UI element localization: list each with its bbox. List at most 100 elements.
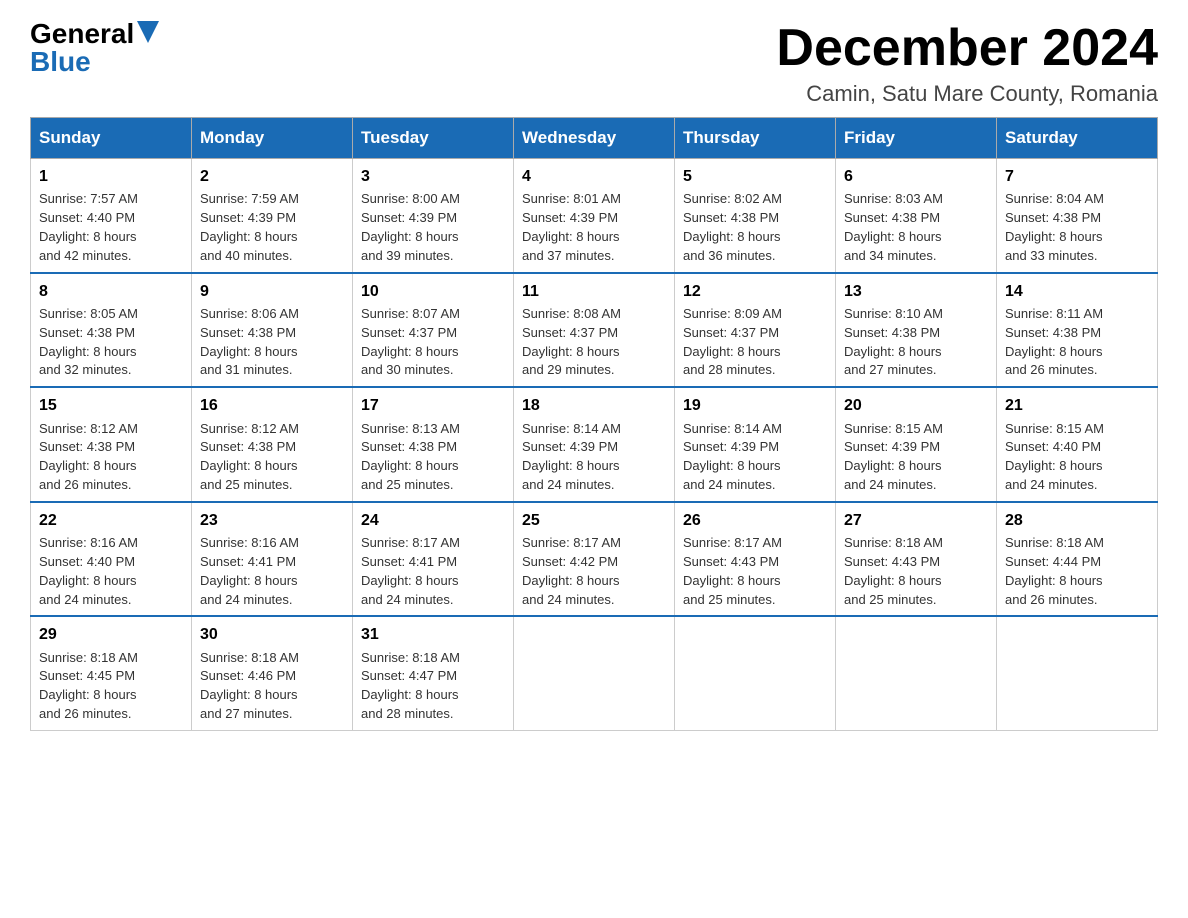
logo-general-text: General bbox=[30, 20, 134, 48]
table-row: 29 Sunrise: 8:18 AM Sunset: 4:45 PM Dayl… bbox=[31, 616, 192, 730]
day-number: 7 bbox=[1005, 165, 1149, 188]
day-number: 23 bbox=[200, 509, 344, 532]
day-info: Sunrise: 8:03 AM Sunset: 4:38 PM Dayligh… bbox=[844, 190, 988, 265]
day-info: Sunrise: 8:11 AM Sunset: 4:38 PM Dayligh… bbox=[1005, 305, 1149, 380]
table-row: 13 Sunrise: 8:10 AM Sunset: 4:38 PM Dayl… bbox=[836, 273, 997, 388]
col-tuesday: Tuesday bbox=[353, 118, 514, 159]
table-row: 21 Sunrise: 8:15 AM Sunset: 4:40 PM Dayl… bbox=[997, 387, 1158, 502]
day-number: 6 bbox=[844, 165, 988, 188]
day-number: 12 bbox=[683, 280, 827, 303]
table-row: 18 Sunrise: 8:14 AM Sunset: 4:39 PM Dayl… bbox=[514, 387, 675, 502]
day-number: 29 bbox=[39, 623, 183, 646]
day-info: Sunrise: 7:59 AM Sunset: 4:39 PM Dayligh… bbox=[200, 190, 344, 265]
day-info: Sunrise: 8:06 AM Sunset: 4:38 PM Dayligh… bbox=[200, 305, 344, 380]
day-number: 17 bbox=[361, 394, 505, 417]
day-info: Sunrise: 8:17 AM Sunset: 4:42 PM Dayligh… bbox=[522, 534, 666, 609]
col-monday: Monday bbox=[192, 118, 353, 159]
day-info: Sunrise: 8:14 AM Sunset: 4:39 PM Dayligh… bbox=[683, 420, 827, 495]
day-info: Sunrise: 8:15 AM Sunset: 4:39 PM Dayligh… bbox=[844, 420, 988, 495]
calendar-week-row: 22 Sunrise: 8:16 AM Sunset: 4:40 PM Dayl… bbox=[31, 502, 1158, 617]
day-number: 15 bbox=[39, 394, 183, 417]
day-number: 24 bbox=[361, 509, 505, 532]
day-info: Sunrise: 8:05 AM Sunset: 4:38 PM Dayligh… bbox=[39, 305, 183, 380]
day-number: 3 bbox=[361, 165, 505, 188]
day-number: 26 bbox=[683, 509, 827, 532]
day-number: 30 bbox=[200, 623, 344, 646]
calendar-week-row: 1 Sunrise: 7:57 AM Sunset: 4:40 PM Dayli… bbox=[31, 159, 1158, 273]
table-row: 23 Sunrise: 8:16 AM Sunset: 4:41 PM Dayl… bbox=[192, 502, 353, 617]
day-number: 9 bbox=[200, 280, 344, 303]
day-number: 8 bbox=[39, 280, 183, 303]
table-row: 14 Sunrise: 8:11 AM Sunset: 4:38 PM Dayl… bbox=[997, 273, 1158, 388]
day-number: 14 bbox=[1005, 280, 1149, 303]
day-info: Sunrise: 8:17 AM Sunset: 4:41 PM Dayligh… bbox=[361, 534, 505, 609]
table-row: 11 Sunrise: 8:08 AM Sunset: 4:37 PM Dayl… bbox=[514, 273, 675, 388]
day-info: Sunrise: 8:09 AM Sunset: 4:37 PM Dayligh… bbox=[683, 305, 827, 380]
table-row bbox=[836, 616, 997, 730]
table-row bbox=[514, 616, 675, 730]
title-block: December 2024 Camin, Satu Mare County, R… bbox=[776, 20, 1158, 107]
col-wednesday: Wednesday bbox=[514, 118, 675, 159]
table-row: 22 Sunrise: 8:16 AM Sunset: 4:40 PM Dayl… bbox=[31, 502, 192, 617]
month-title: December 2024 bbox=[776, 20, 1158, 77]
day-number: 1 bbox=[39, 165, 183, 188]
table-row bbox=[675, 616, 836, 730]
day-info: Sunrise: 8:13 AM Sunset: 4:38 PM Dayligh… bbox=[361, 420, 505, 495]
day-info: Sunrise: 8:16 AM Sunset: 4:41 PM Dayligh… bbox=[200, 534, 344, 609]
table-row bbox=[997, 616, 1158, 730]
table-row: 25 Sunrise: 8:17 AM Sunset: 4:42 PM Dayl… bbox=[514, 502, 675, 617]
logo: General Blue bbox=[30, 20, 159, 76]
day-number: 16 bbox=[200, 394, 344, 417]
day-number: 27 bbox=[844, 509, 988, 532]
day-info: Sunrise: 8:18 AM Sunset: 4:47 PM Dayligh… bbox=[361, 649, 505, 724]
col-sunday: Sunday bbox=[31, 118, 192, 159]
day-info: Sunrise: 8:00 AM Sunset: 4:39 PM Dayligh… bbox=[361, 190, 505, 265]
table-row: 1 Sunrise: 7:57 AM Sunset: 4:40 PM Dayli… bbox=[31, 159, 192, 273]
table-row: 27 Sunrise: 8:18 AM Sunset: 4:43 PM Dayl… bbox=[836, 502, 997, 617]
day-number: 25 bbox=[522, 509, 666, 532]
day-info: Sunrise: 8:18 AM Sunset: 4:46 PM Dayligh… bbox=[200, 649, 344, 724]
day-number: 5 bbox=[683, 165, 827, 188]
day-info: Sunrise: 8:16 AM Sunset: 4:40 PM Dayligh… bbox=[39, 534, 183, 609]
col-saturday: Saturday bbox=[997, 118, 1158, 159]
day-number: 31 bbox=[361, 623, 505, 646]
table-row: 5 Sunrise: 8:02 AM Sunset: 4:38 PM Dayli… bbox=[675, 159, 836, 273]
day-info: Sunrise: 8:15 AM Sunset: 4:40 PM Dayligh… bbox=[1005, 420, 1149, 495]
day-number: 21 bbox=[1005, 394, 1149, 417]
day-number: 20 bbox=[844, 394, 988, 417]
day-info: Sunrise: 7:57 AM Sunset: 4:40 PM Dayligh… bbox=[39, 190, 183, 265]
day-info: Sunrise: 8:01 AM Sunset: 4:39 PM Dayligh… bbox=[522, 190, 666, 265]
day-info: Sunrise: 8:10 AM Sunset: 4:38 PM Dayligh… bbox=[844, 305, 988, 380]
table-row: 19 Sunrise: 8:14 AM Sunset: 4:39 PM Dayl… bbox=[675, 387, 836, 502]
day-info: Sunrise: 8:18 AM Sunset: 4:45 PM Dayligh… bbox=[39, 649, 183, 724]
calendar-week-row: 29 Sunrise: 8:18 AM Sunset: 4:45 PM Dayl… bbox=[31, 616, 1158, 730]
table-row: 7 Sunrise: 8:04 AM Sunset: 4:38 PM Dayli… bbox=[997, 159, 1158, 273]
day-number: 19 bbox=[683, 394, 827, 417]
table-row: 8 Sunrise: 8:05 AM Sunset: 4:38 PM Dayli… bbox=[31, 273, 192, 388]
table-row: 16 Sunrise: 8:12 AM Sunset: 4:38 PM Dayl… bbox=[192, 387, 353, 502]
calendar-header-row: Sunday Monday Tuesday Wednesday Thursday… bbox=[31, 118, 1158, 159]
calendar-table: Sunday Monday Tuesday Wednesday Thursday… bbox=[30, 117, 1158, 731]
day-number: 28 bbox=[1005, 509, 1149, 532]
table-row: 12 Sunrise: 8:09 AM Sunset: 4:37 PM Dayl… bbox=[675, 273, 836, 388]
day-info: Sunrise: 8:07 AM Sunset: 4:37 PM Dayligh… bbox=[361, 305, 505, 380]
day-number: 10 bbox=[361, 280, 505, 303]
calendar-week-row: 15 Sunrise: 8:12 AM Sunset: 4:38 PM Dayl… bbox=[31, 387, 1158, 502]
day-number: 11 bbox=[522, 280, 666, 303]
table-row: 3 Sunrise: 8:00 AM Sunset: 4:39 PM Dayli… bbox=[353, 159, 514, 273]
logo-triangle-icon bbox=[137, 21, 159, 43]
logo-blue-text: Blue bbox=[30, 48, 91, 76]
col-friday: Friday bbox=[836, 118, 997, 159]
table-row: 9 Sunrise: 8:06 AM Sunset: 4:38 PM Dayli… bbox=[192, 273, 353, 388]
day-info: Sunrise: 8:04 AM Sunset: 4:38 PM Dayligh… bbox=[1005, 190, 1149, 265]
col-thursday: Thursday bbox=[675, 118, 836, 159]
table-row: 30 Sunrise: 8:18 AM Sunset: 4:46 PM Dayl… bbox=[192, 616, 353, 730]
table-row: 4 Sunrise: 8:01 AM Sunset: 4:39 PM Dayli… bbox=[514, 159, 675, 273]
day-number: 13 bbox=[844, 280, 988, 303]
table-row: 24 Sunrise: 8:17 AM Sunset: 4:41 PM Dayl… bbox=[353, 502, 514, 617]
table-row: 20 Sunrise: 8:15 AM Sunset: 4:39 PM Dayl… bbox=[836, 387, 997, 502]
table-row: 31 Sunrise: 8:18 AM Sunset: 4:47 PM Dayl… bbox=[353, 616, 514, 730]
day-number: 2 bbox=[200, 165, 344, 188]
table-row: 17 Sunrise: 8:13 AM Sunset: 4:38 PM Dayl… bbox=[353, 387, 514, 502]
day-number: 4 bbox=[522, 165, 666, 188]
